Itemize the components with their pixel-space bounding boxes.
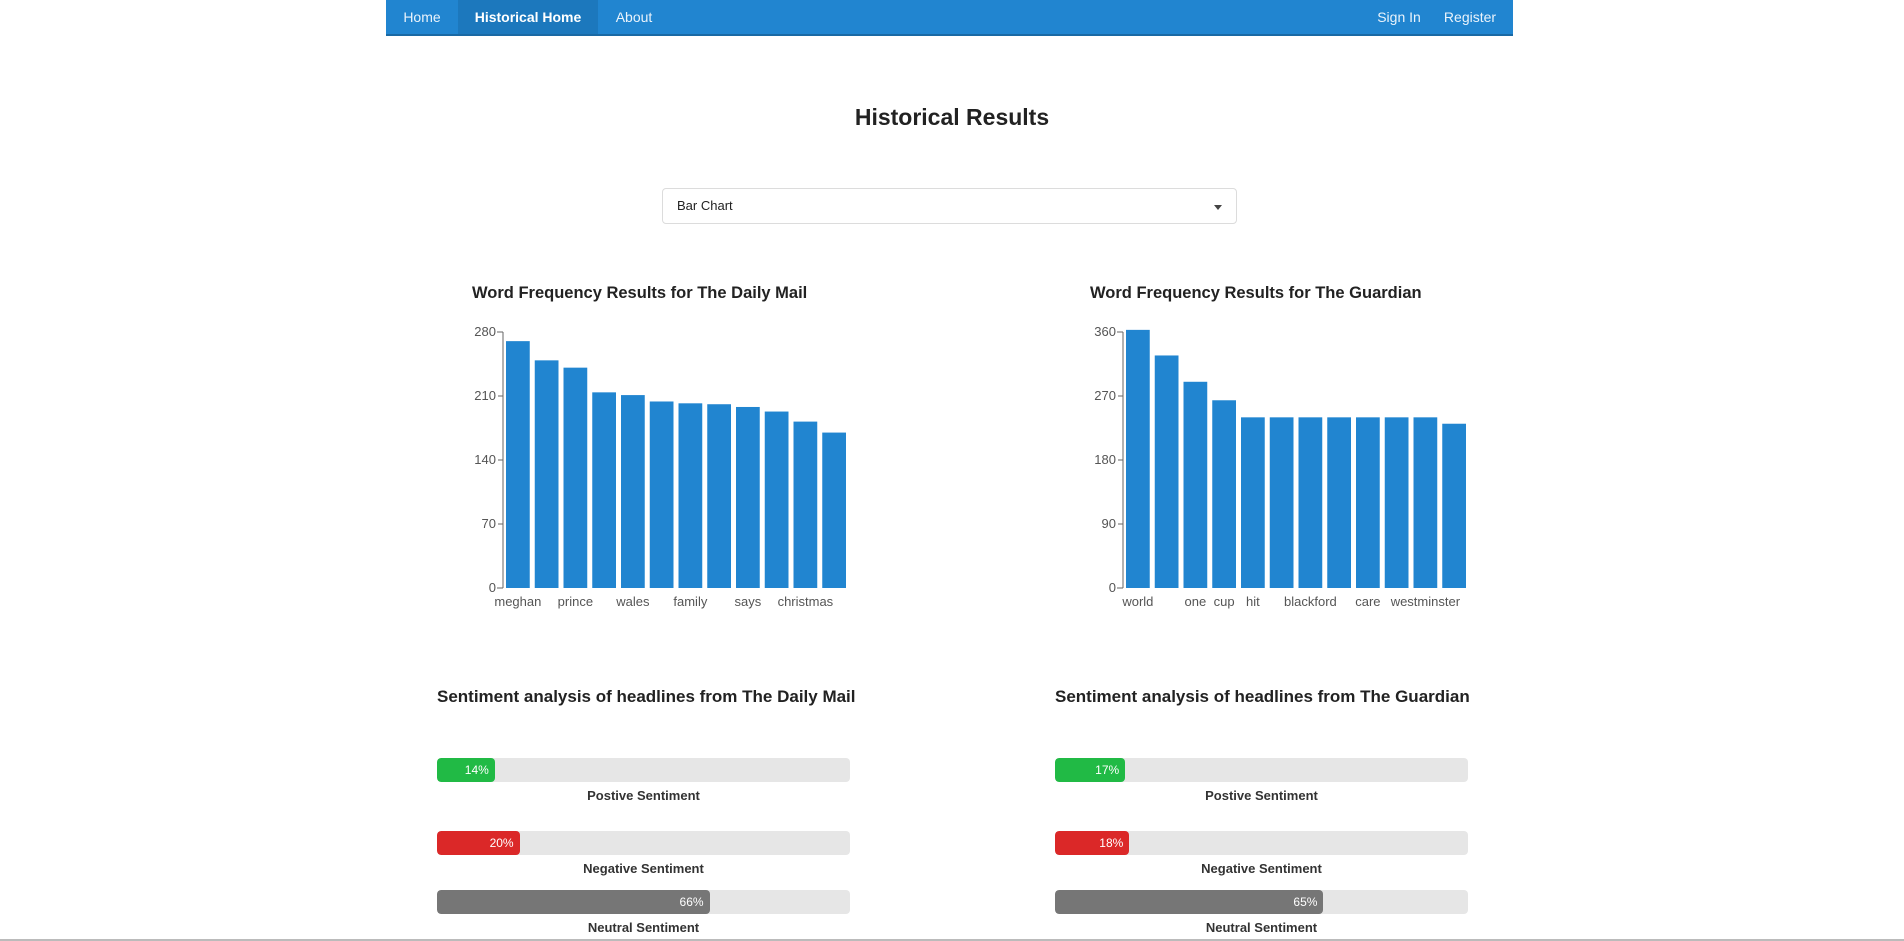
guardian-sentiment-title: Sentiment analysis of headlines from The… (1055, 687, 1470, 706)
bar (621, 395, 645, 588)
bar (1384, 417, 1409, 588)
progress-fill: 18% (1055, 831, 1130, 855)
progress-fill: 14% (437, 758, 495, 782)
x-tick-label: says (735, 594, 762, 609)
x-tick-label: cup (1214, 594, 1235, 609)
guardian-neutral-label: Neutral Sentiment (1205, 920, 1318, 935)
y-tick-label: 70 (482, 516, 496, 531)
bar (563, 367, 588, 588)
x-tick-label: prince (558, 594, 593, 609)
bar (1212, 400, 1236, 588)
bar (764, 411, 789, 588)
guardian-word-frequency-chart: 0 90 180 270 360 world one cup hit blackford care w… (1094, 324, 1466, 609)
y-tick-label: 0 (489, 580, 496, 595)
bar (1241, 417, 1265, 588)
x-tick-label: care (1355, 594, 1380, 609)
top-navbar: Home Historical Home About Sign In Regis… (386, 0, 1513, 36)
nav-home-link[interactable]: Home (386, 0, 458, 34)
x-tick-label: hit (1246, 594, 1260, 609)
bar (1327, 417, 1351, 588)
progress-fill: 66% (437, 890, 710, 914)
bar (1154, 355, 1179, 588)
bar (1413, 417, 1438, 588)
daily-mail-neutral-label: Neutral Sentiment (587, 920, 700, 935)
guardian-negative-label: Negative Sentiment (1201, 861, 1322, 876)
x-tick-label: family (673, 594, 707, 609)
bar (506, 341, 530, 588)
nav-register-link[interactable]: Register (1432, 0, 1508, 34)
y-tick-label: 0 (1109, 580, 1116, 595)
x-tick-label: blackford (1284, 594, 1337, 609)
guardian-chart-title: Word Frequency Results for The Guardian (1090, 284, 1422, 302)
bar (678, 403, 703, 588)
y-tick-label: 140 (474, 452, 496, 467)
bar (1269, 417, 1294, 588)
daily-mail-negative-progress: 20% (437, 831, 850, 855)
chart-type-selected-value: Bar Chart (677, 198, 733, 213)
y-tick-label: 180 (1094, 452, 1116, 467)
x-tick-label: meghan (494, 594, 541, 609)
bar (1183, 381, 1208, 588)
bar (1356, 417, 1380, 588)
daily-mail-word-frequency-chart: 0 70 140 210 280 meghan prince wales family says c… (474, 324, 846, 609)
y-tick-label: 270 (1094, 388, 1116, 403)
bar (822, 432, 846, 588)
x-tick-label: christmas (778, 594, 834, 609)
guardian-positive-label: Postive Sentiment (1205, 788, 1318, 803)
daily-mail-chart-title: Word Frequency Results for The Daily Mai… (472, 284, 808, 302)
page-title: Historical Results (854, 104, 1050, 130)
bar (592, 392, 616, 588)
x-tick-label: world (1121, 594, 1153, 609)
bar (736, 406, 760, 588)
bar (1298, 417, 1323, 588)
x-tick-label: wales (615, 594, 650, 609)
bar (649, 401, 674, 588)
y-tick-label: 90 (1102, 516, 1116, 531)
guardian-neutral-progress: 65% (1055, 890, 1468, 914)
daily-mail-negative-label: Negative Sentiment (583, 861, 704, 876)
nav-sign-in-link[interactable]: Sign In (1366, 0, 1432, 34)
bar (793, 421, 818, 588)
daily-mail-positive-label: Postive Sentiment (587, 788, 700, 803)
progress-fill: 65% (1055, 890, 1324, 914)
guardian-negative-progress: 18% (1055, 831, 1468, 855)
bar (707, 404, 731, 588)
y-tick-label: 210 (474, 388, 496, 403)
x-tick-label: westminster (1390, 594, 1461, 609)
progress-fill: 17% (1055, 758, 1126, 782)
chart-type-select[interactable]: Bar Chart (662, 188, 1237, 224)
x-tick-label: one (1185, 594, 1207, 609)
nav-historical-home-link[interactable]: Historical Home (458, 0, 598, 34)
caret-down-icon (1214, 205, 1222, 210)
y-tick-label: 360 (1094, 324, 1116, 339)
daily-mail-neutral-progress: 66% (437, 890, 850, 914)
bar (1126, 329, 1150, 588)
bar (534, 360, 559, 588)
y-tick-label: 280 (474, 324, 496, 339)
bar (1442, 423, 1466, 588)
daily-mail-sentiment-title: Sentiment analysis of headlines from The… (437, 687, 856, 706)
nav-about-link[interactable]: About (598, 0, 670, 34)
guardian-positive-progress: 17% (1055, 758, 1468, 782)
progress-fill: 20% (437, 831, 520, 855)
daily-mail-positive-progress: 14% (437, 758, 850, 782)
